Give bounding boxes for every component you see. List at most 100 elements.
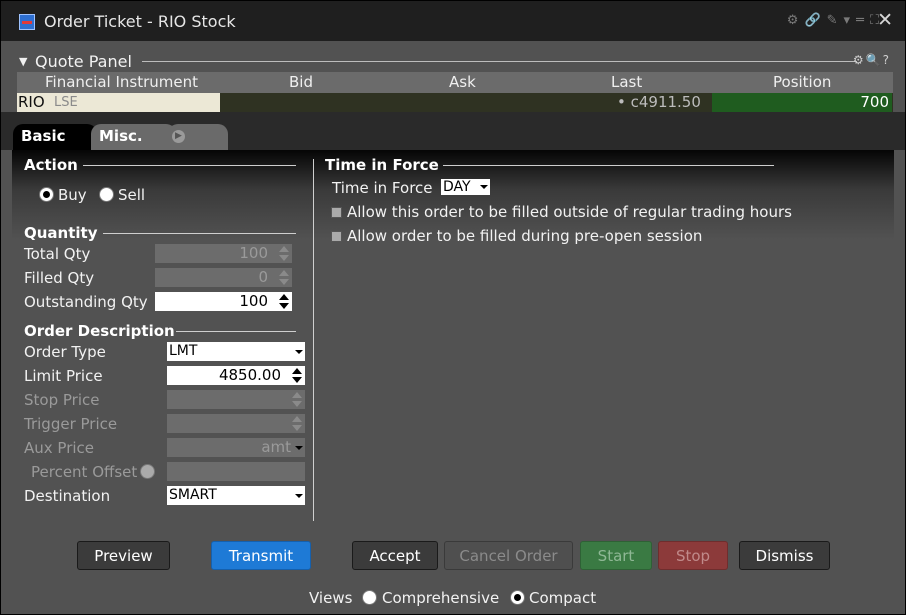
quote-grid-row[interactable]: RIO LSE • c4911.50 700 [17, 93, 893, 112]
outside-rth-label[interactable]: Allow this order to be filled outside of… [347, 203, 792, 221]
percent-offset-field [167, 462, 305, 481]
filled-qty-spinner [279, 270, 289, 285]
more-tabs-arrow-icon[interactable]: ▶ [172, 130, 185, 143]
minimize-icon[interactable]: ═ [856, 13, 870, 28]
accept-label: Accept [369, 547, 421, 565]
preview-button[interactable]: Preview [77, 541, 170, 570]
filled-qty-label: Filled Qty [24, 269, 95, 287]
pin-icon[interactable]: ✎ [827, 13, 844, 28]
tif-section-title: Time in Force [325, 156, 439, 174]
chevron-down-icon[interactable] [295, 494, 303, 498]
quote-panel-divider [142, 61, 857, 62]
tif-label: Time in Force [332, 179, 433, 197]
total-qty-value: 100 [239, 244, 268, 262]
tab-basic[interactable]: Basic [13, 124, 97, 150]
cancel-order-label: Cancel Order [459, 547, 558, 565]
stop-button: Stop [658, 541, 728, 570]
cancel-order-button: Cancel Order [444, 541, 573, 570]
exchange: LSE [54, 95, 78, 110]
last-price: • c4911.50 [617, 93, 701, 111]
position-value: 700 [860, 93, 889, 111]
pre-open-label[interactable]: Allow order to be filled during pre-open… [347, 227, 702, 245]
views-label: Views [309, 589, 353, 607]
transmit-label: Transmit [228, 547, 294, 565]
total-qty-spinner [279, 246, 289, 261]
chevron-down-icon[interactable] [295, 350, 303, 354]
percent-offset-label: Percent Offset [31, 463, 138, 481]
stop-price-label: Stop Price [24, 391, 100, 409]
dismiss-label: Dismiss [755, 547, 814, 565]
quantity-divider [103, 233, 296, 234]
action-section-title: Action [24, 156, 78, 174]
search-icon[interactable]: 🔍 [866, 53, 883, 67]
sell-radio[interactable] [99, 187, 114, 202]
trigger-price-label: Trigger Price [24, 415, 118, 433]
stop-label: Stop [675, 547, 711, 565]
close-icon[interactable]: ✕ [877, 9, 893, 31]
order-type-value: LMT [169, 343, 198, 359]
limit-price-spinner[interactable] [292, 368, 302, 383]
action-divider [83, 165, 296, 166]
comprehensive-label[interactable]: Comprehensive [382, 589, 499, 607]
order-type-select[interactable]: LMT [167, 342, 305, 361]
col-last[interactable]: Last [611, 73, 642, 91]
compact-radio[interactable] [510, 590, 525, 605]
start-button: Start [580, 541, 652, 570]
transmit-button[interactable]: Transmit [211, 541, 311, 570]
accept-button[interactable]: Accept [352, 541, 438, 570]
title-bar: Order Ticket - RIO Stock ⚙🔗✎▾═⛶ ✕ [1, 1, 905, 41]
total-qty-label: Total Qty [24, 245, 91, 263]
link-icon[interactable]: 🔗 [804, 13, 826, 28]
outstanding-qty-label: Outstanding Qty [24, 293, 148, 311]
tab-more[interactable]: ▶ [168, 124, 228, 150]
quantity-section-title: Quantity [24, 224, 98, 242]
comprehensive-radio[interactable] [362, 590, 377, 605]
stop-price-field [167, 390, 305, 409]
tif-select[interactable]: DAY [441, 179, 490, 195]
aux-price-unit: amt [261, 438, 291, 456]
outstanding-qty-value: 100 [239, 292, 268, 310]
outstanding-qty-field[interactable]: 100 [155, 292, 292, 311]
stop-price-spinner [292, 392, 302, 407]
config-icon[interactable]: ⚙ [853, 53, 866, 67]
titlebar-icons: ⚙🔗✎▾═⛶ [787, 13, 885, 28]
dismiss-button[interactable]: Dismiss [739, 541, 830, 570]
quote-panel-title: Quote Panel [35, 52, 132, 71]
outside-rth-checkbox[interactable] [331, 207, 342, 218]
limit-price-field[interactable]: 4850.00 [167, 366, 305, 385]
col-position[interactable]: Position [773, 73, 831, 91]
destination-label: Destination [24, 487, 111, 505]
sell-label[interactable]: Sell [118, 186, 145, 204]
trigger-price-field [167, 414, 305, 433]
outstanding-qty-spinner[interactable] [279, 294, 289, 309]
col-ask[interactable]: Ask [449, 73, 476, 91]
total-qty-field: 100 [155, 244, 292, 263]
chevron-down-icon[interactable]: ▾ [844, 13, 857, 28]
buy-radio[interactable] [39, 187, 54, 202]
trigger-price-spinner [292, 416, 302, 431]
buy-label[interactable]: Buy [58, 186, 87, 204]
percent-offset-radio [140, 464, 155, 479]
tab-misc[interactable]: Misc. [91, 124, 176, 150]
filled-qty-value: 0 [258, 268, 268, 286]
tab-basic-label: Basic [21, 127, 66, 145]
pre-open-checkbox[interactable] [331, 231, 342, 242]
aux-chevron-down-icon [295, 446, 303, 450]
destination-value: SMART [169, 487, 217, 503]
filled-qty-field: 0 [155, 268, 292, 287]
compact-label[interactable]: Compact [529, 589, 596, 607]
col-bid[interactable]: Bid [289, 73, 313, 91]
col-financial-instrument[interactable]: Financial Instrument [45, 73, 198, 91]
destination-select[interactable]: SMART [167, 486, 305, 505]
order-type-label: Order Type [24, 343, 106, 361]
help-icon[interactable]: ? [883, 53, 891, 67]
order-description-divider [176, 331, 296, 332]
settings-icon[interactable]: ⚙ [787, 13, 805, 28]
app-icon [19, 14, 35, 30]
window-title: Order Ticket - RIO Stock [44, 12, 236, 31]
collapse-triangle-icon[interactable]: ▼ [19, 55, 27, 68]
quote-grid-header: Financial Instrument Bid Ask Last Positi… [17, 72, 893, 93]
chevron-down-icon[interactable] [480, 185, 488, 189]
limit-price-label: Limit Price [24, 367, 103, 385]
instrument-cell[interactable]: RIO LSE [17, 93, 220, 112]
